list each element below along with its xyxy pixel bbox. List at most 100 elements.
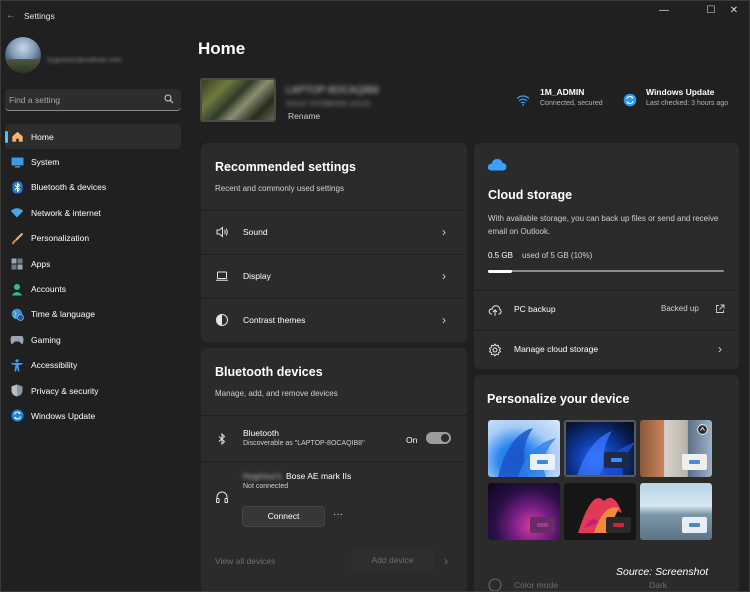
chevron-right-icon: › xyxy=(718,342,722,356)
pc-model: ASUS VIVOBOOK ASUS xyxy=(286,99,371,108)
wifi-icon xyxy=(10,206,24,220)
sidebar-item-bluetooth[interactable]: Bluetooth & devices xyxy=(5,175,181,200)
headphones-icon xyxy=(216,491,228,503)
device-name: Bose AE mark IIs xyxy=(286,471,352,481)
bluetooth-icon xyxy=(10,180,24,194)
back-button[interactable]: ← xyxy=(4,9,18,23)
wallpaper-thumbnail[interactable] xyxy=(564,483,636,540)
sidebar-item-label: Bluetooth & devices xyxy=(31,182,107,193)
wifi-icon[interactable] xyxy=(516,93,530,107)
sidebar-item-windows-update[interactable]: Windows Update xyxy=(5,403,181,428)
gear-icon xyxy=(488,343,502,357)
page-title: Home xyxy=(198,39,246,58)
home-icon xyxy=(10,130,24,144)
avatar[interactable] xyxy=(5,37,41,73)
palette-icon xyxy=(488,578,502,591)
source-watermark: Source: Screenshot xyxy=(616,566,709,578)
bloom-icon xyxy=(577,431,634,475)
color-mode-value: Dark xyxy=(649,580,667,590)
person-icon xyxy=(10,282,24,296)
search-input[interactable] xyxy=(9,92,159,108)
pc-name: LAPTOP-8OCAQIB8 xyxy=(286,85,379,96)
bluetooth-toggle[interactable] xyxy=(426,432,451,444)
sidebar-item-label: Home xyxy=(31,131,54,142)
sidebar-item-label: Network & internet xyxy=(31,207,101,218)
bluetooth-toggle-title: Bluetooth xyxy=(243,428,279,438)
sidebar-item-personalization[interactable]: Personalization xyxy=(5,226,181,251)
add-device-button[interactable]: Add device xyxy=(351,550,434,571)
contrast-themes-label: Contrast themes xyxy=(243,315,306,325)
network-name: 1M_ADMIN xyxy=(540,87,585,97)
sound-row[interactable]: Sound › xyxy=(201,210,467,253)
sidebar-item-network[interactable]: Network & internet xyxy=(5,200,181,225)
recommended-title: Recommended settings xyxy=(215,160,357,174)
recommended-settings-card: Recommended settings Recent and commonly… xyxy=(201,143,467,342)
minimize-button[interactable]: — xyxy=(647,1,681,23)
sidebar-item-accounts[interactable]: Accounts xyxy=(5,276,181,301)
brush-icon xyxy=(10,231,24,245)
wallpaper-thumbnail[interactable] xyxy=(488,483,560,540)
shield-icon xyxy=(10,384,24,398)
search-box[interactable] xyxy=(5,89,181,111)
sidebar-item-time-language[interactable]: Time & language xyxy=(5,302,181,327)
cloud-upload-icon xyxy=(488,305,502,316)
wallpaper-thumbnail[interactable] xyxy=(488,420,560,477)
sidebar-item-label: Windows Update xyxy=(31,410,96,421)
update-icon[interactable] xyxy=(623,93,637,107)
wallpaper-thumbnail[interactable] xyxy=(640,483,712,540)
bluetooth-icon xyxy=(218,432,226,446)
network-status[interactable]: 1M_ADMIN Connected, secured xyxy=(540,87,603,107)
personalize-title: Personalize your device xyxy=(487,392,630,406)
view-all-devices-link[interactable]: View all devices xyxy=(215,556,275,566)
account-email: hyginiusn@outlook.com xyxy=(47,57,122,64)
title-bar: ← Settings — ☐ ✕ xyxy=(1,1,749,31)
sidebar-item-label: Personalization xyxy=(31,233,90,244)
more-options-button[interactable]: ··· xyxy=(331,508,345,524)
bluetooth-discoverable-text: Discoverable as "LAPTOP-8OCAQIB8" xyxy=(243,440,365,447)
sidebar-item-label: Privacy & security xyxy=(31,385,99,396)
sidebar-item-apps[interactable]: Apps xyxy=(5,251,181,276)
pc-wallpaper-thumbnail xyxy=(200,78,276,122)
chevron-right-icon: › xyxy=(442,313,446,327)
rename-link[interactable]: Rename xyxy=(288,111,320,121)
onedrive-cloud-icon xyxy=(487,159,507,171)
sidebar-item-home[interactable]: Home xyxy=(5,124,181,150)
sidebar-item-label: System xyxy=(31,157,60,168)
device-owner: Hyginius's xyxy=(243,471,282,481)
contrast-icon xyxy=(216,314,228,326)
sidebar-item-accessibility[interactable]: Accessibility xyxy=(5,353,181,378)
display-row[interactable]: Display › xyxy=(201,254,467,297)
theme-preview-window xyxy=(530,454,555,470)
manage-cloud-storage-row[interactable]: Manage cloud storage › xyxy=(474,330,739,369)
connect-button[interactable]: Connect xyxy=(242,506,325,527)
update-last-checked: Last checked: 3 hours ago xyxy=(646,100,729,107)
apps-icon xyxy=(10,257,24,271)
settings-window: ← Settings — ☐ ✕ hyginiusn@outlook.com H… xyxy=(0,0,750,592)
chevron-right-icon: › xyxy=(442,269,446,283)
sidebar-item-system[interactable]: System xyxy=(5,149,181,174)
search-icon[interactable] xyxy=(164,94,174,104)
manage-cloud-storage-label: Manage cloud storage xyxy=(514,344,599,354)
sidebar-item-privacy[interactable]: Privacy & security xyxy=(5,378,181,403)
theme-preview-window xyxy=(682,454,707,470)
sidebar-item-label: Accounts xyxy=(31,284,66,295)
open-external-icon xyxy=(716,304,725,313)
wallpaper-thumbnail[interactable] xyxy=(640,420,712,477)
pc-backup-row[interactable]: PC backup Backed up xyxy=(474,290,739,329)
update-icon xyxy=(10,409,24,423)
pc-backup-label: PC backup xyxy=(514,304,556,314)
bluetooth-card-subtitle: Manage, add, and remove devices xyxy=(215,389,338,398)
spotlight-icon xyxy=(697,424,708,435)
monitor-icon xyxy=(10,155,24,169)
wallpaper-thumbnail[interactable] xyxy=(564,420,636,477)
laptop-icon xyxy=(216,271,228,281)
windows-update-status[interactable]: Windows Update Last checked: 3 hours ago xyxy=(646,87,728,107)
sidebar-item-gaming[interactable]: Gaming xyxy=(5,327,181,352)
pc-backup-status: Backed up xyxy=(661,304,699,313)
contrast-themes-row[interactable]: Contrast themes › xyxy=(201,298,467,341)
chevron-right-icon: › xyxy=(442,225,446,239)
chevron-right-icon: › xyxy=(444,554,448,568)
sidebar-item-label: Time & language xyxy=(31,309,95,320)
bluetooth-device-row: Hyginius's Bose AE mark IIs Not connecte… xyxy=(201,461,467,548)
close-button[interactable]: ✕ xyxy=(717,1,749,23)
